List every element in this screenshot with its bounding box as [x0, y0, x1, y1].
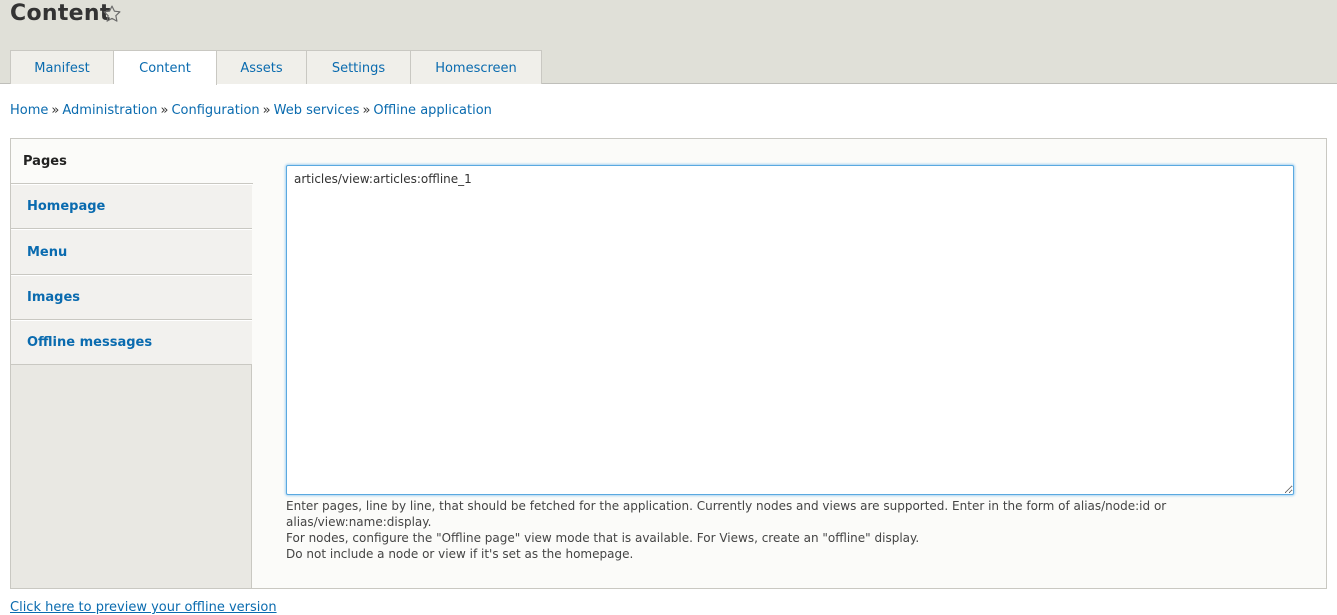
vertical-tabs-panel: Pages Homepage Menu Images Offline messa…: [10, 138, 1327, 589]
breadcrumb-home[interactable]: Home: [10, 103, 48, 118]
breadcrumb-separator: »: [262, 103, 271, 118]
tab-homescreen[interactable]: Homescreen: [411, 50, 542, 84]
vertical-tabs-nav: Pages Homepage Menu Images Offline messa…: [11, 139, 253, 588]
breadcrumb-separator: »: [362, 103, 371, 118]
breadcrumb-separator: »: [51, 103, 60, 118]
breadcrumb: Home» Administration» Configuration» Web se…: [10, 103, 492, 118]
vtab-homepage[interactable]: Homepage: [11, 184, 252, 229]
breadcrumb-administration[interactable]: Administration: [62, 103, 157, 118]
breadcrumb-offline-application[interactable]: Offline application: [373, 103, 492, 118]
pages-textarea[interactable]: articles/view:articles:offline_1: [286, 165, 1294, 495]
page-title: Content: [10, 1, 111, 26]
description-line: Enter pages, line by line, that should b…: [286, 499, 1167, 529]
vtab-images[interactable]: Images: [11, 275, 252, 320]
vtab-menu[interactable]: Menu: [11, 229, 252, 275]
description-line: For nodes, configure the "Offline page" …: [286, 531, 920, 545]
vtab-offline-messages[interactable]: Offline messages: [11, 320, 252, 365]
tab-settings[interactable]: Settings: [307, 50, 411, 84]
breadcrumb-configuration[interactable]: Configuration: [171, 103, 259, 118]
star-outline-icon[interactable]: [102, 4, 122, 24]
page-header: Content Manifest Content Assets Settings…: [0, 0, 1337, 85]
pages-field-description: Enter pages, line by line, that should b…: [286, 498, 1296, 562]
tab-assets[interactable]: Assets: [217, 50, 307, 84]
breadcrumb-web-services[interactable]: Web services: [274, 103, 360, 118]
breadcrumb-separator: »: [160, 103, 169, 118]
pages-field-wrapper: articles/view:articles:offline_1: [286, 165, 1294, 495]
tab-manifest[interactable]: Manifest: [10, 50, 114, 84]
vtab-pages[interactable]: Pages: [11, 139, 253, 184]
description-line: Do not include a node or view if it's se…: [286, 547, 634, 561]
tab-content[interactable]: Content: [114, 50, 217, 85]
primary-tabs: Manifest Content Assets Settings Homescr…: [10, 50, 542, 85]
